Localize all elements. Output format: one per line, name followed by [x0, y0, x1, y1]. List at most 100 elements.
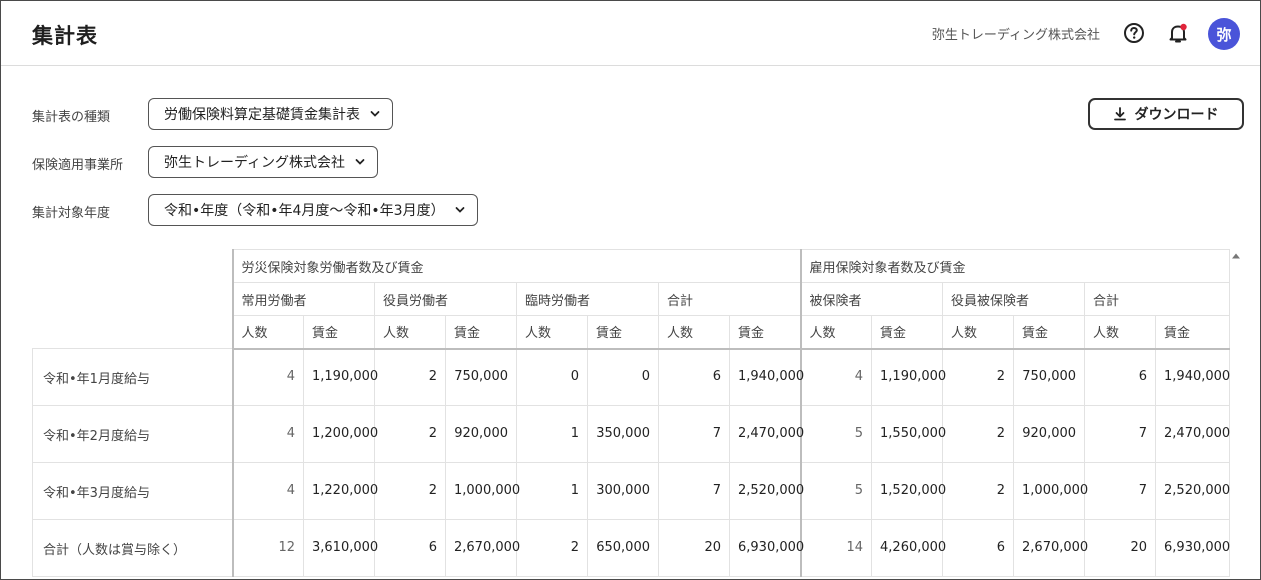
wage-cell: 300,000: [587, 462, 659, 520]
headcount-cell: 1: [516, 405, 588, 463]
notification-bell-icon[interactable]: [1164, 19, 1192, 47]
headcount-cell: 6: [374, 519, 446, 577]
wage-cell: 1,550,000: [871, 405, 946, 463]
headcount-cell: 5: [799, 462, 873, 520]
wage-cell: 650,000: [587, 519, 659, 577]
column-header: 賃金: [1013, 315, 1086, 350]
wage-cell: 1,190,000: [871, 348, 946, 406]
page-header: 集計表 弥生トレーディング株式会社 弥: [1, 1, 1260, 66]
row-label: 令和•年1月度給与: [32, 348, 233, 406]
headcount-cell: 6: [942, 519, 1015, 577]
headcount-cell: 7: [658, 462, 730, 520]
headcount-cell: 4: [231, 462, 304, 520]
table-row: 令和•年3月度給与 4 1,220,000 2 1,000,000 1 300,000 7 2,…: [32, 462, 1230, 520]
headcount-cell: 2: [516, 519, 588, 577]
headcount-cell: 4: [231, 348, 304, 406]
office-select[interactable]: 弥生トレーディング株式会社: [148, 146, 379, 178]
group-header-koyou: 雇用保険対象者数及び賃金: [799, 249, 1230, 283]
headcount-cell: 7: [1084, 405, 1157, 463]
wage-cell: 2,670,000: [445, 519, 520, 577]
report-type-select[interactable]: 労働保険料算定基礎賃金集計表: [148, 98, 393, 130]
notification-badge: [1180, 23, 1187, 31]
subgroup-header: 臨時労働者: [516, 282, 659, 316]
headcount-cell: 5: [799, 405, 873, 463]
wage-cell: 750,000: [445, 348, 517, 406]
headcount-cell: 1: [516, 462, 588, 520]
headcount-cell: 7: [1084, 462, 1157, 520]
wage-cell: 920,000: [445, 405, 517, 463]
wage-cell: 750,000: [1013, 348, 1086, 406]
headcount-cell: 14: [799, 519, 873, 577]
headcount-cell: 2: [942, 405, 1015, 463]
headcount-cell: 2: [374, 348, 446, 406]
scroll-up-arrow-icon[interactable]: [1231, 251, 1241, 261]
page-title: 集計表: [32, 24, 98, 48]
help-icon[interactable]: [1120, 19, 1148, 47]
wage-cell: 1,190,000: [303, 348, 378, 406]
wage-cell: 920,000: [1013, 405, 1086, 463]
wage-cell: 2,520,000: [728, 462, 804, 520]
wage-cell: 3,610,000: [303, 519, 378, 577]
wage-cell: 350,000: [587, 405, 659, 463]
wage-cell: 1,520,000: [871, 462, 946, 520]
fiscal-year-value: 令和•年度（令和•年4月度〜令和•年3月度）: [164, 203, 445, 219]
wage-cell: 1,940,000: [1155, 348, 1230, 406]
headcount-cell: 20: [1084, 519, 1157, 577]
fiscal-year-select[interactable]: 令和•年度（令和•年4月度〜令和•年3月度）: [148, 194, 478, 226]
headcount-cell: 2: [942, 348, 1015, 406]
column-header: 人数: [1084, 315, 1157, 350]
headcount-cell: 0: [516, 348, 588, 406]
subgroup-header: 常用労働者: [231, 282, 375, 316]
row-label: 合計（人数は賞与除く）: [32, 519, 233, 577]
table-row: 令和•年1月度給与 4 1,190,000 2 750,000 0 0 6 1,940,000 4…: [32, 348, 1230, 406]
download-label: ダウンロード: [1134, 107, 1219, 123]
headcount-cell: 7: [658, 405, 730, 463]
headcount-cell: 2: [374, 462, 446, 520]
wage-cell: 1,200,000: [303, 405, 378, 463]
wage-cell: 6,930,000: [1155, 519, 1230, 577]
row-label: 令和•年3月度給与: [32, 462, 233, 520]
table-row: 令和•年2月度給与 4 1,200,000 2 920,000 1 350,000 7 2,47…: [32, 405, 1230, 463]
wage-cell: 2,470,000: [728, 405, 804, 463]
group-header-rousai: 労災保険対象労働者数及び賃金: [231, 249, 802, 283]
chevron-down-icon: [355, 158, 365, 166]
download-button[interactable]: ダウンロード: [1088, 98, 1244, 130]
table-row: 合計（人数は賞与除く） 12 3,610,000 6 2,670,000 2 650,000…: [32, 519, 1230, 577]
fiscal-year-label: 集計対象年度: [32, 206, 111, 221]
column-header: 賃金: [303, 315, 375, 350]
row-label: 令和•年2月度給与: [32, 405, 233, 463]
chevron-down-icon: [455, 206, 465, 214]
table-corner: [32, 249, 233, 349]
headcount-cell: 2: [374, 405, 446, 463]
headcount-cell: 4: [799, 348, 873, 406]
summary-table: 労災保険対象労働者数及び賃金 雇用保険対象者数及び賃金 常用労働者 役員労働者 …: [32, 249, 1230, 577]
avatar[interactable]: 弥: [1208, 18, 1240, 50]
column-header: 人数: [516, 315, 588, 350]
wage-cell: 2,520,000: [1155, 462, 1230, 520]
report-type-label: 集計表の種類: [32, 110, 111, 125]
wage-cell: 6,930,000: [728, 519, 804, 577]
subgroup-header: 合計: [1084, 282, 1230, 316]
wage-cell: 1,000,000: [1013, 462, 1088, 520]
headcount-cell: 6: [658, 348, 730, 406]
column-header: 賃金: [1155, 315, 1230, 350]
wage-cell: 4,260,000: [871, 519, 946, 577]
column-header: 賃金: [445, 315, 517, 350]
column-header: 賃金: [871, 315, 944, 350]
wage-cell: 1,220,000: [303, 462, 378, 520]
office-value: 弥生トレーディング株式会社: [164, 155, 346, 171]
column-header: 人数: [799, 315, 873, 350]
subgroup-header: 役員被保険者: [942, 282, 1086, 316]
wage-cell: 2,670,000: [1013, 519, 1088, 577]
wage-cell: 1,940,000: [728, 348, 804, 406]
subgroup-header: 被保険者: [799, 282, 944, 316]
office-label: 保険適用事業所: [32, 158, 124, 173]
headcount-cell: 2: [942, 462, 1015, 520]
company-name: 弥生トレーディング株式会社: [931, 28, 1100, 43]
headcount-cell: 4: [231, 405, 304, 463]
column-header: 人数: [658, 315, 730, 350]
wage-cell: 0: [587, 348, 659, 406]
column-header: 賃金: [587, 315, 659, 350]
summary-table-container: 労災保険対象労働者数及び賃金 雇用保険対象者数及び賃金 常用労働者 役員労働者 …: [32, 249, 1230, 579]
column-header: 賃金: [728, 315, 802, 350]
